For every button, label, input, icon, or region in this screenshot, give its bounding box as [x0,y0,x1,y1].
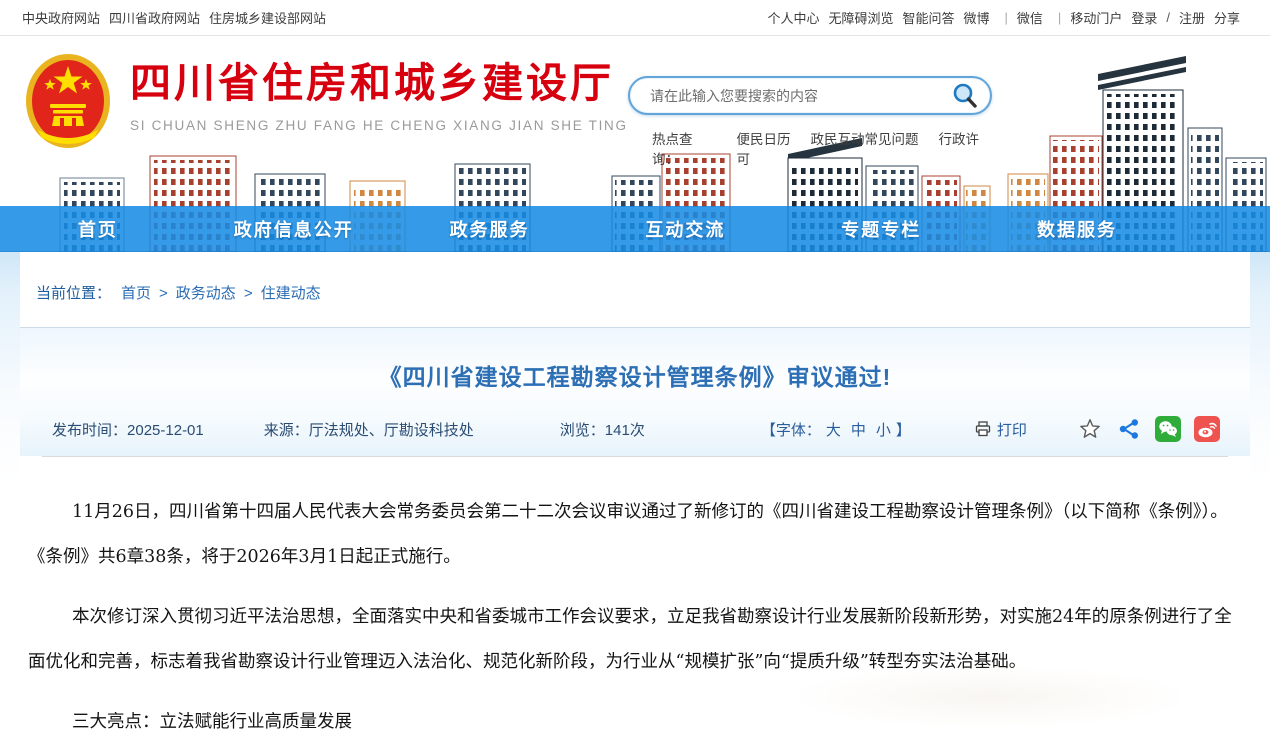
separator: | [1002,10,1008,25]
article-paragraph: 三大亮点：立法赋能行业高质量发展 [28,700,1236,745]
share-icon[interactable] [1116,416,1142,442]
view-count: 浏览：141次 [560,419,645,440]
nav-item-1[interactable]: 首页 [0,206,196,251]
breadcrumb-separator: > [244,285,253,302]
nav-item-2[interactable]: 政府信息公开 [196,206,392,251]
search-button[interactable] [950,81,980,111]
topbar-link[interactable]: 无障碍浏览 [828,8,893,27]
breadcrumb-link[interactable]: 政务动态 [176,285,236,302]
hot-queries-label: 热点查询： [652,128,714,168]
breadcrumb-items: 首页 > 政务动态 > 住建动态 [121,282,321,303]
breadcrumb-separator: > [159,285,168,302]
hot-queries: 热点查询： 便民日历政民互动常见问题行政许可 [628,128,992,168]
hot-query-link[interactable]: 便民日历 [736,132,790,147]
article-paragraph: 本次修订深入贯彻习近平法治思想，全面落实中央和省委城市工作会议要求，立足我省勘察… [28,595,1236,685]
breadcrumb-link[interactable]: 首页 [121,285,151,302]
site-name-pinyin: SI CHUAN SHENG ZHU FANG HE CHENG XIANG J… [130,118,628,133]
search-box [628,76,992,115]
page-background: 当前位置： 首页 > 政务动态 > 住建动态 《四川省建设工程勘察设计管理条例》审议通过… [0,252,1270,743]
print-button[interactable]: 打印 [975,419,1027,440]
hot-query-link[interactable]: 政民互动常见问题 [810,132,918,147]
breadcrumb-label: 当前位置： [36,282,111,303]
publish-time: 发布时间：2025-12-01 [52,419,204,440]
site-name: 四川省住房和城乡建设厅 [130,60,628,106]
article-title: 《四川省建设工程勘察设计管理条例》审议通过! [20,358,1250,392]
article-paragraph: 11月26日，四川省第十四届人民代表大会常务委员会第二十二次会议审议通过了新修订… [28,490,1236,580]
weibo-icon[interactable] [1194,416,1220,442]
breadcrumb-link[interactable]: 住建动态 [261,285,321,302]
nav-item-5[interactable]: 专题专栏 [783,206,979,251]
font-size-option[interactable]: 大 [826,422,841,439]
site-header: 四川省住房和城乡建设厅 SI CHUAN SHENG ZHU FANG HE C… [0,36,1270,252]
hot-query-links: 便民日历政民互动常见问题行政许可 [736,128,992,168]
topbar-link[interactable]: 注册 [1179,8,1205,27]
article-meta-row: 发布时间：2025-12-01 来源：厅法规处、厅勘设科技处 浏览：141次 【… [20,416,1250,456]
breadcrumb: 当前位置： 首页 > 政务动态 > 住建动态 [20,252,1250,327]
wechat-icon[interactable] [1155,416,1181,442]
site-logo[interactable]: 四川省住房和城乡建设厅 SI CHUAN SHENG ZHU FANG HE C… [24,52,628,150]
font-size-option[interactable]: 中 [851,422,866,439]
printer-icon [975,421,991,437]
nav-item-6[interactable]: 数据服务 [979,206,1175,251]
article-title-box: 《四川省建设工程勘察设计管理条例》审议通过! 发布时间：2025-12-01 来… [20,327,1250,456]
main-nav: 首页政府信息公开政务服务互动交流专题专栏数据服务 [0,206,1270,252]
topbar-link[interactable]: 四川省政府网站 [109,8,200,27]
topbar-link[interactable]: 中央政府网站 [22,8,100,27]
search-input[interactable] [648,87,950,105]
topbar-link[interactable]: 微信 [1017,8,1043,27]
separator: / [1166,10,1170,25]
font-size-option[interactable]: 小 [876,422,891,439]
topbar-link[interactable]: 个人中心 [767,8,819,27]
font-size-control: 【字体：大中小】 [761,419,911,440]
share-icon-row [1077,416,1220,442]
topbar-link[interactable]: 微博 [964,8,990,27]
topbar-link[interactable]: 住房城乡建设部网站 [209,8,326,27]
search-icon [950,81,980,111]
article-body: 11月26日，四川省第十四届人民代表大会常务委员会第二十二次会议审议通过了新修订… [20,457,1250,745]
favorite-star-icon[interactable] [1077,416,1103,442]
content-card: 当前位置： 首页 > 政务动态 > 住建动态 《四川省建设工程勘察设计管理条例》审议通过… [20,252,1250,745]
topbar-right-links: 个人中心无障碍浏览智能问答微博 | 微信 | 移动门户登录 / 注册分享 [758,8,1240,27]
separator: | [1055,10,1061,25]
nav-item-4[interactable]: 互动交流 [587,206,783,251]
topbar-link[interactable]: 智能问答 [902,8,954,27]
topbar-left-links: 中央政府网站四川省政府网站住房城乡建设部网站 [22,8,335,27]
topbar-link[interactable]: 移动门户 [1070,8,1122,27]
top-utility-bar: 中央政府网站四川省政府网站住房城乡建设部网站 个人中心无障碍浏览智能问答微博 | 微… [0,0,1270,36]
national-emblem-icon [24,52,112,150]
topbar-link[interactable]: 登录 [1131,8,1157,27]
topbar-link[interactable]: 分享 [1214,8,1240,27]
article-source: 来源：厅法规处、厅勘设科技处 [264,419,474,440]
nav-item-3[interactable]: 政务服务 [392,206,588,251]
